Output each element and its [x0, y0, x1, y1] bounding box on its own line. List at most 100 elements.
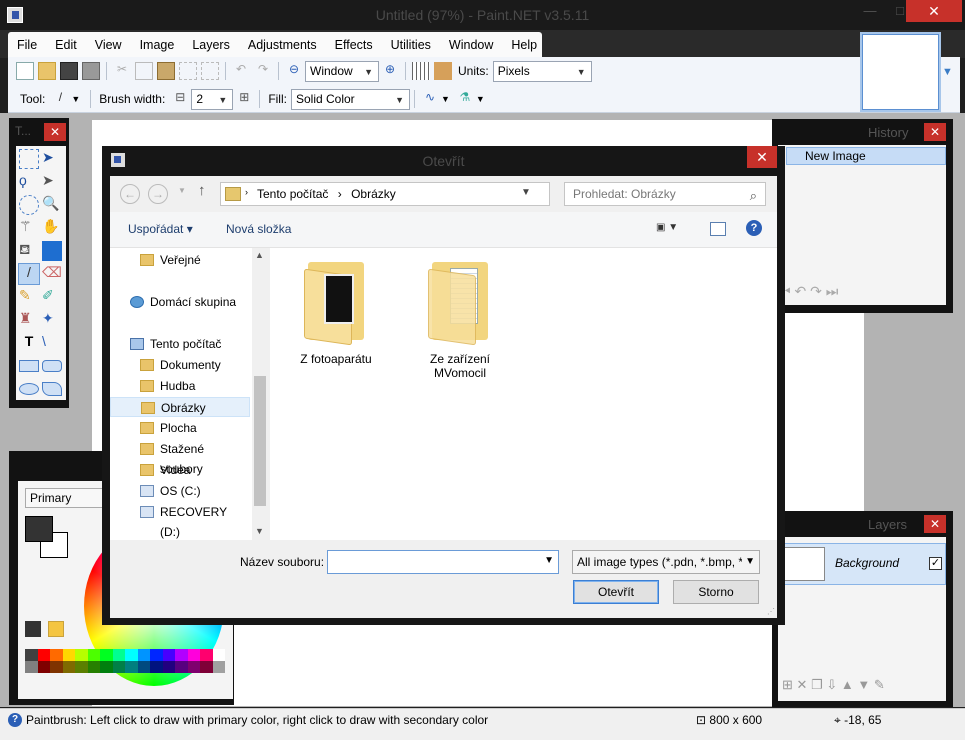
nav-item-this-pc[interactable]: Tento počítač — [110, 334, 250, 354]
redo-icon[interactable]: ↷ — [254, 62, 272, 80]
move-selected-icon[interactable]: ➤ — [42, 172, 62, 192]
palette-swatch[interactable] — [100, 661, 113, 673]
lasso-select-icon[interactable]: ϙ — [19, 172, 39, 192]
save-icon[interactable] — [60, 62, 78, 80]
menu-edit[interactable]: Edit — [46, 33, 86, 57]
cut-icon[interactable]: ✂ — [113, 62, 131, 80]
primary-secondary-select[interactable]: Primary — [25, 488, 105, 508]
file-item-device[interactable]: Ze zařízení MVomocil — [410, 258, 510, 380]
menu-window[interactable]: Window — [440, 33, 502, 57]
decrease-icon[interactable]: ⊟ — [171, 90, 189, 108]
nav-item-desktop[interactable]: Plocha — [110, 418, 250, 438]
gradient-icon[interactable] — [42, 241, 62, 261]
grid-icon[interactable] — [412, 62, 430, 80]
palette-menu-icon[interactable] — [48, 621, 64, 637]
palette-swatch[interactable] — [187, 649, 200, 661]
navigation-scrollbar[interactable]: ▲ ▼ — [252, 248, 268, 540]
scroll-down-icon[interactable]: ▼ — [255, 526, 264, 536]
palette-swatch[interactable] — [137, 649, 150, 661]
antialiasing-icon[interactable]: ∿ — [421, 90, 439, 108]
increase-icon[interactable]: ⊞ — [235, 90, 253, 108]
fill-select[interactable]: Solid Color ▼ — [290, 88, 410, 110]
undo-icon[interactable]: ↶ — [232, 62, 250, 80]
nav-item-videos[interactable]: Videa — [110, 460, 250, 480]
palette-swatch[interactable] — [112, 661, 125, 673]
blend-mode-icon[interactable]: ⚗ — [456, 90, 474, 108]
palette-swatch[interactable] — [112, 649, 125, 661]
scroll-up-icon[interactable]: ▲ — [255, 250, 264, 260]
up-icon[interactable]: ↑ — [198, 182, 206, 199]
nav-item-pictures[interactable]: Obrázky — [110, 397, 250, 417]
recolor-icon[interactable]: ✦ — [42, 310, 62, 330]
primary-color-swatch[interactable] — [25, 516, 53, 542]
zoom-icon[interactable]: 🔍 — [42, 195, 62, 215]
layer-visibility-checkbox[interactable]: ✓ — [929, 557, 942, 570]
print-icon[interactable] — [82, 62, 100, 80]
paintbrush-tool-icon[interactable]: / — [18, 263, 40, 285]
palette-swatch[interactable] — [100, 649, 113, 661]
layer-row[interactable]: Background ✓ — [778, 543, 946, 585]
palette-swatch[interactable] — [212, 661, 225, 673]
zoom-in-icon[interactable]: ⊕ — [381, 62, 399, 80]
palette-swatch[interactable] — [200, 661, 213, 673]
menu-utilities[interactable]: Utilities — [382, 33, 440, 57]
palette-swatch[interactable] — [87, 649, 100, 661]
text-icon[interactable]: T — [19, 333, 39, 353]
menu-view[interactable]: View — [86, 33, 131, 57]
pencil-icon[interactable]: ✎ — [19, 287, 39, 307]
chevron-down-icon[interactable]: ▼ — [942, 66, 953, 78]
filename-input[interactable]: ▼ — [327, 550, 559, 574]
nav-item-drive-d[interactable]: RECOVERY (D:) — [110, 502, 250, 539]
color-picker-icon[interactable]: ✐ — [42, 287, 62, 307]
new-file-icon[interactable] — [16, 62, 34, 80]
palette-swatch[interactable] — [162, 661, 175, 673]
line-curve-icon[interactable]: \ — [42, 333, 62, 353]
open-folder-icon[interactable] — [38, 62, 56, 80]
back-icon[interactable]: ← — [120, 184, 140, 204]
menu-image[interactable]: Image — [131, 33, 184, 57]
chevron-down-icon[interactable]: ▼ — [71, 94, 80, 104]
help-icon[interactable]: ? — [746, 220, 762, 236]
delete-layer-icon[interactable]: ✕ — [797, 677, 808, 692]
file-item-camera[interactable]: Z fotoaparátu — [286, 258, 386, 366]
chevron-right-icon[interactable]: › — [245, 187, 248, 197]
forward-icon[interactable]: → — [148, 184, 168, 204]
eraser-icon[interactable]: ⌫ — [42, 264, 62, 284]
pan-icon[interactable]: ✋ — [42, 218, 62, 238]
filetype-select[interactable]: All image types (*.pdn, *.bmp, * ▼ — [572, 550, 760, 574]
palette-swatch[interactable] — [62, 661, 75, 673]
change-view-icon[interactable]: ▣ ▼ — [656, 222, 690, 238]
minimize-button[interactable]: — — [855, 0, 885, 22]
scrollbar-thumb[interactable] — [254, 376, 266, 506]
chevron-down-icon[interactable]: ▼ — [544, 555, 554, 566]
history-item[interactable]: New Image — [786, 147, 946, 165]
palette-swatch[interactable] — [75, 649, 88, 661]
rounded-rectangle-icon[interactable] — [42, 360, 62, 372]
paste-icon[interactable] — [157, 62, 175, 80]
open-button[interactable]: Otevřít — [573, 580, 659, 604]
ellipse-icon[interactable] — [19, 383, 39, 395]
last-step-icon[interactable]: ⏭ — [826, 283, 839, 299]
palette-swatch[interactable] — [175, 649, 188, 661]
tools-close-button[interactable]: ✕ — [44, 123, 66, 141]
new-folder-button[interactable]: Nová složka — [226, 222, 291, 236]
palette-swatch[interactable] — [175, 661, 188, 673]
nav-item-public[interactable]: Veřejné — [110, 250, 250, 270]
palette-swatch[interactable] — [150, 661, 163, 673]
ellipse-select-icon[interactable] — [19, 195, 39, 215]
palette-swatch[interactable] — [50, 661, 63, 673]
palette-swatch[interactable] — [37, 649, 50, 661]
chevron-down-icon[interactable]: ▼ — [441, 94, 450, 104]
copy-icon[interactable] — [135, 62, 153, 80]
rectangle-icon[interactable] — [19, 360, 39, 372]
move-selection-icon[interactable]: ➤ — [42, 149, 62, 169]
palette-swatch[interactable] — [200, 649, 213, 661]
brush-width-select[interactable]: 2 ▼ — [191, 88, 234, 110]
move-layer-up-icon[interactable]: ▲ — [841, 677, 854, 692]
layers-close-button[interactable]: ✕ — [924, 515, 946, 533]
rulers-icon[interactable] — [434, 62, 452, 80]
deselect-icon[interactable] — [201, 62, 219, 80]
chevron-down-icon[interactable]: ▼ — [476, 94, 485, 104]
palette-swatch[interactable] — [162, 649, 175, 661]
palette-swatch[interactable] — [137, 661, 150, 673]
